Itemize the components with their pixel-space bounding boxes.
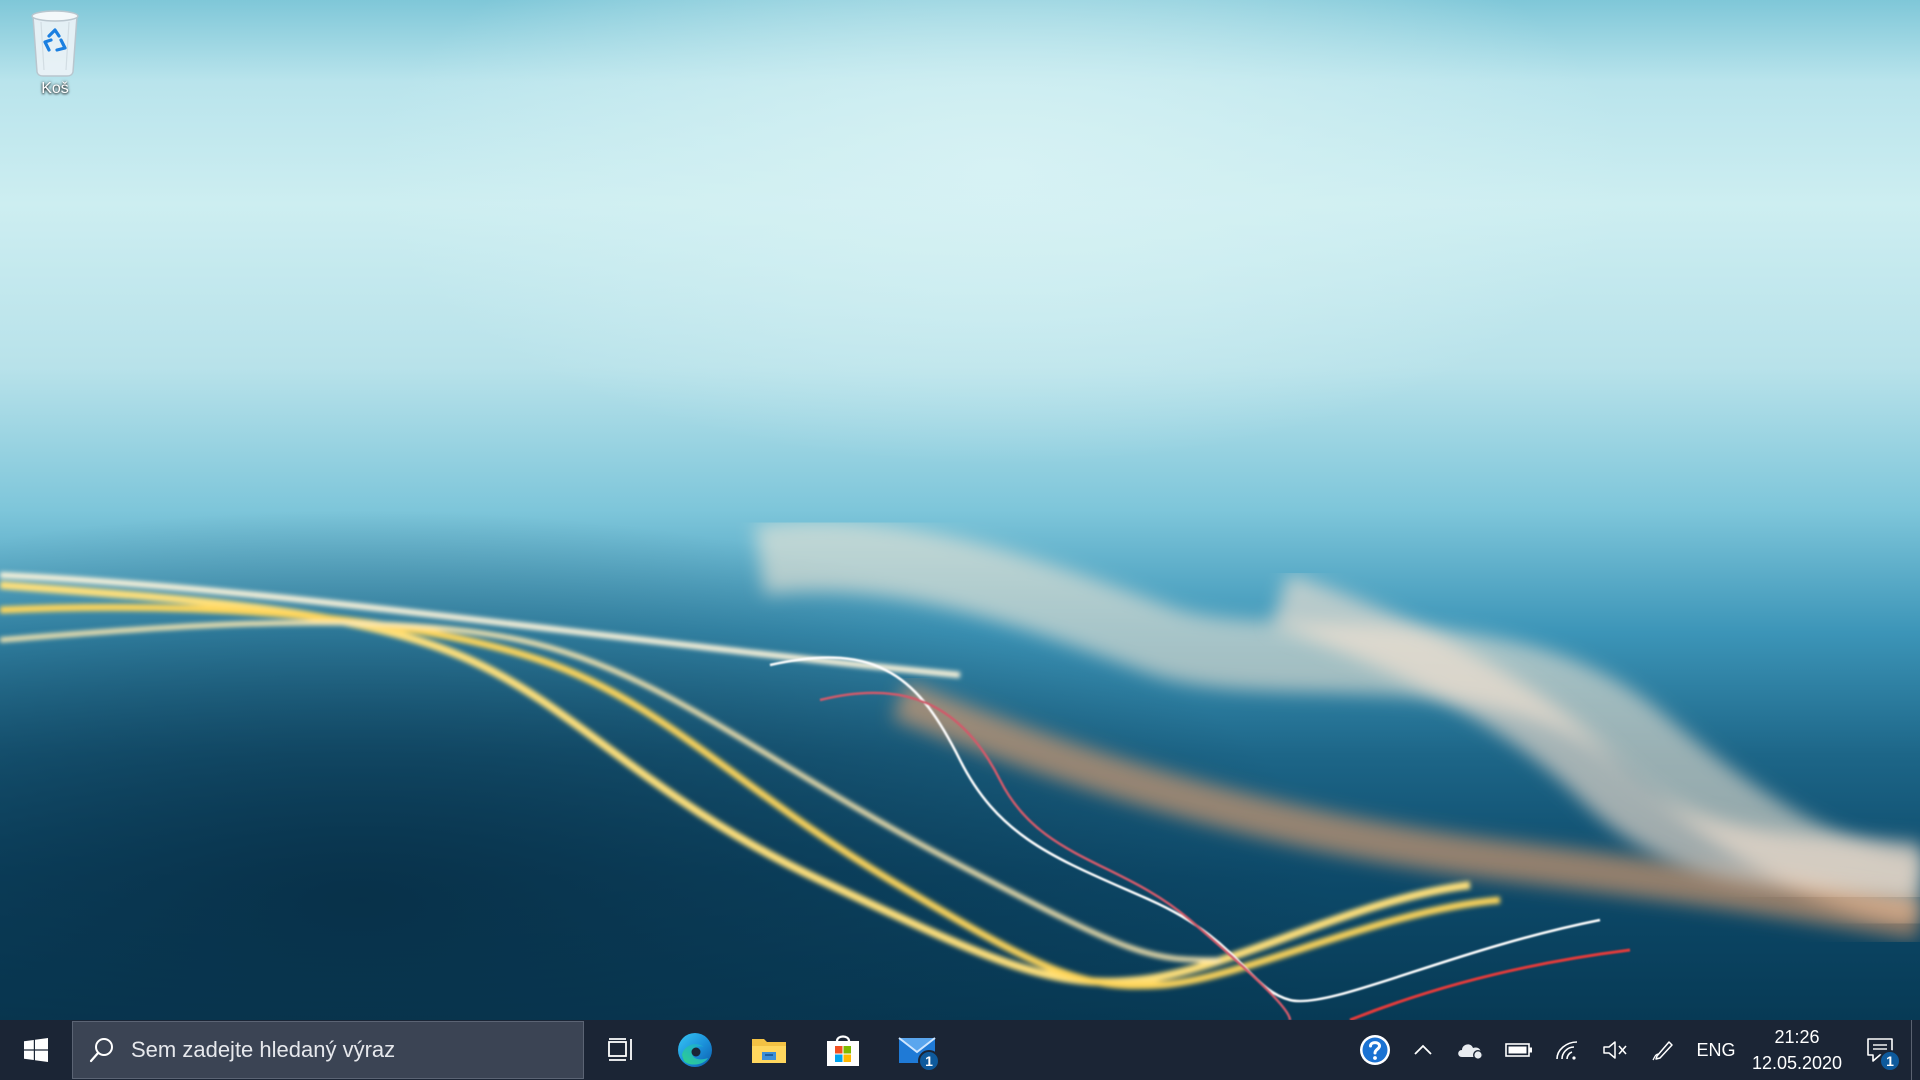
edge-icon — [678, 1033, 712, 1067]
taskbar-app-edge[interactable] — [658, 1020, 732, 1080]
search-placeholder: Sem zadejte hledaný výraz — [131, 1037, 396, 1062]
tray-network-button[interactable] — [1543, 1020, 1591, 1080]
search-icon — [89, 1038, 113, 1063]
taskbar-spacer — [954, 1020, 1351, 1080]
volume-muted-icon — [1603, 1041, 1627, 1059]
tray-clock[interactable]: 21:26 12.05.2020 — [1745, 1020, 1849, 1080]
notifications-badge: 1 — [1879, 1050, 1901, 1072]
desktop-icon-label: Koš — [41, 80, 69, 97]
clock-time: 21:26 — [1774, 1027, 1820, 1047]
task-view-icon — [608, 1038, 632, 1061]
search-box[interactable]: Sem zadejte hledaný výraz — [72, 1021, 584, 1079]
desktop-wallpaper — [0, 0, 1920, 1020]
windows-logo-icon — [24, 1038, 48, 1062]
tray-volume-button[interactable] — [1591, 1020, 1639, 1080]
folder-icon — [752, 1039, 786, 1063]
task-view-button[interactable] — [584, 1020, 658, 1080]
recycle-bin-icon — [31, 10, 79, 77]
mail-badge: 1 — [918, 1050, 940, 1072]
tray-pen-workspace-button[interactable] — [1639, 1020, 1687, 1080]
wifi-icon — [1556, 1041, 1578, 1060]
taskbar-app-file-explorer[interactable] — [732, 1020, 806, 1080]
tray-help-button[interactable] — [1351, 1020, 1399, 1080]
tray-battery-button[interactable] — [1495, 1020, 1543, 1080]
onedrive-icon — [1458, 1044, 1483, 1060]
pen-icon — [1652, 1041, 1673, 1061]
help-icon — [1360, 1035, 1390, 1065]
chevron-up-icon — [1414, 1044, 1432, 1055]
taskbar: Sem zadejte hledaný výraz 1 ENG 21:26 12… — [0, 1020, 1920, 1080]
clock-date: 12.05.2020 — [1751, 1053, 1843, 1073]
tray-onedrive-button[interactable] — [1447, 1020, 1495, 1080]
show-desktop-button[interactable] — [1911, 1020, 1920, 1080]
taskbar-app-store[interactable] — [806, 1020, 880, 1080]
taskbar-app-mail[interactable]: 1 — [880, 1020, 954, 1080]
store-icon — [827, 1035, 859, 1066]
tray-language-indicator[interactable]: ENG — [1687, 1020, 1745, 1080]
start-button[interactable] — [0, 1020, 72, 1080]
battery-icon — [1505, 1043, 1532, 1057]
desktop-icon-recycle-bin[interactable]: Koš — [12, 6, 98, 110]
tray-show-hidden-icons[interactable] — [1399, 1020, 1447, 1080]
action-center-button[interactable]: 1 — [1849, 1020, 1911, 1080]
